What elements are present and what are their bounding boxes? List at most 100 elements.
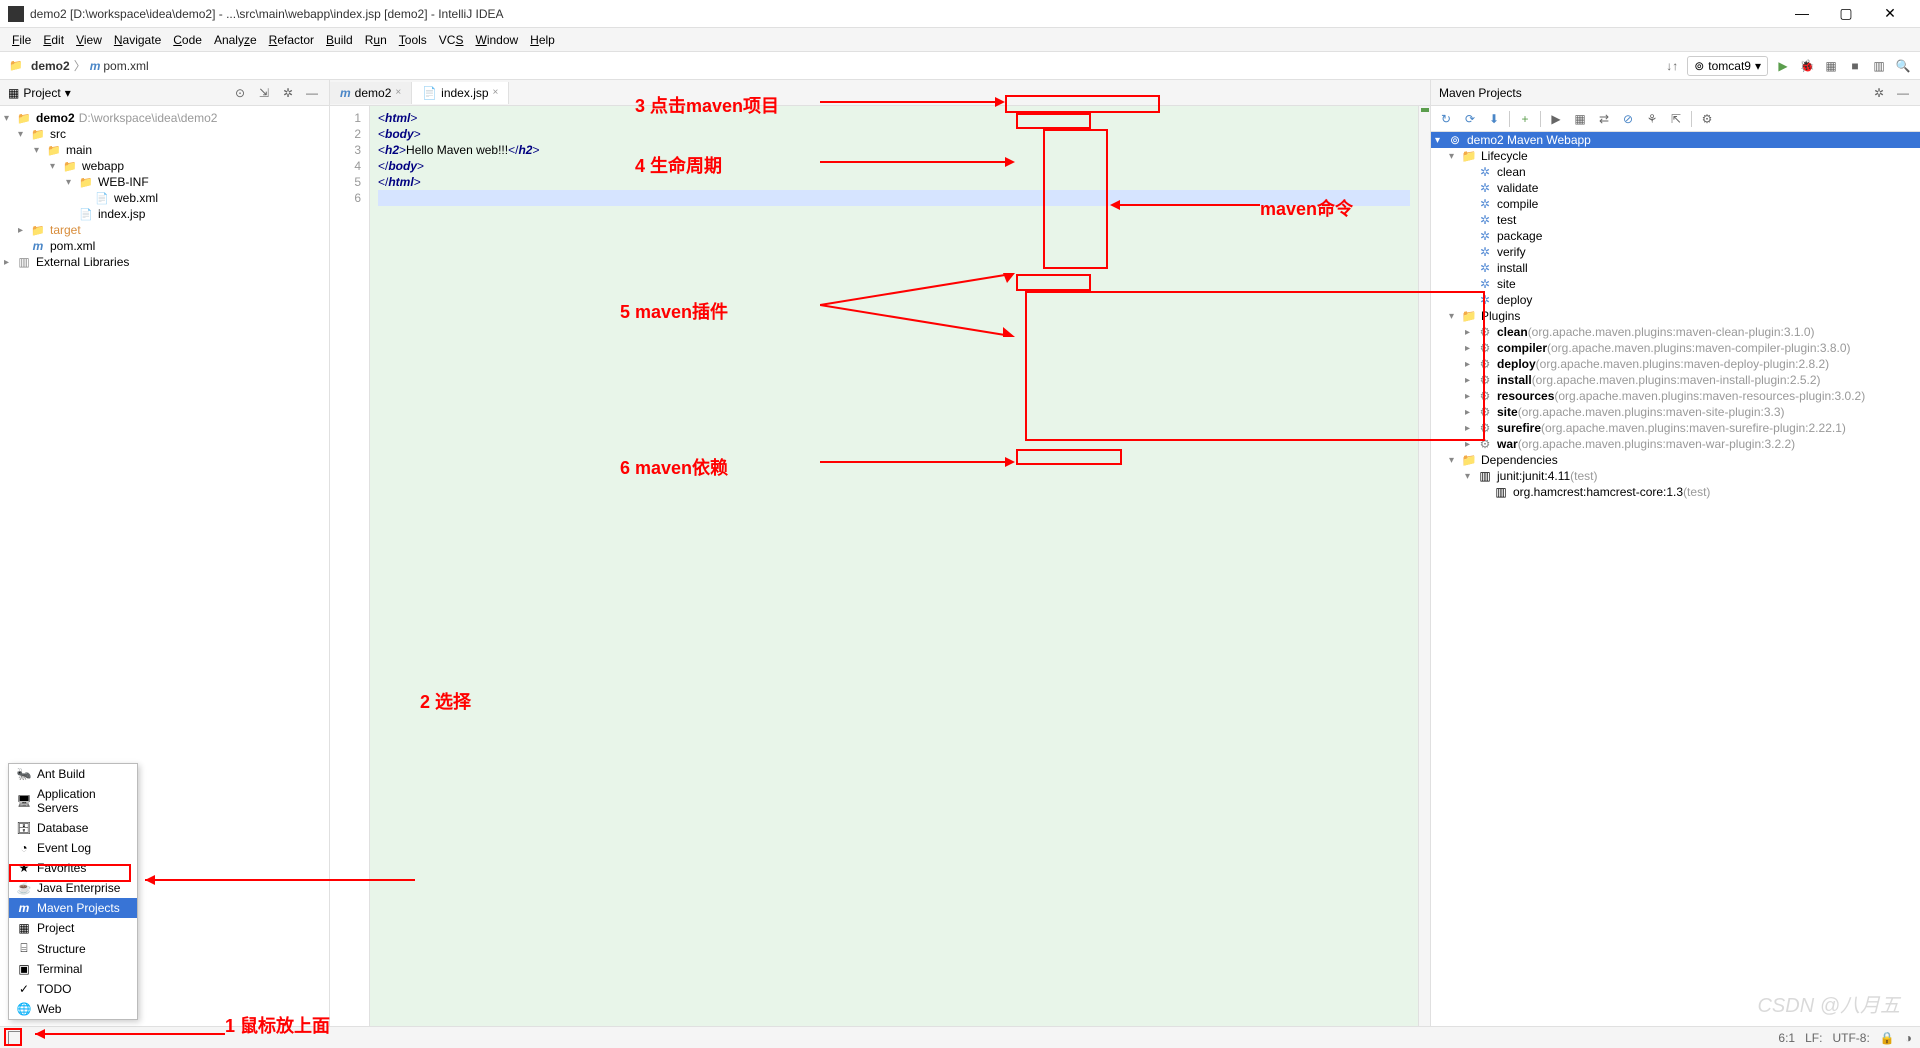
- generate-icon[interactable]: ⟳: [1461, 110, 1479, 128]
- lifecycle-deploy[interactable]: ✲deploy: [1431, 292, 1920, 308]
- toggle-icon[interactable]: ⇄: [1595, 110, 1613, 128]
- popup-item-project[interactable]: ▦Project: [9, 918, 137, 938]
- close-button[interactable]: ✕: [1876, 5, 1904, 22]
- refresh-icon[interactable]: ↻: [1437, 110, 1455, 128]
- sort-icon[interactable]: ↓↑: [1663, 57, 1681, 75]
- lifecycle-clean[interactable]: ✲clean: [1431, 164, 1920, 180]
- tree-external-libs[interactable]: ▸External Libraries: [0, 254, 329, 270]
- close-icon[interactable]: ×: [493, 87, 499, 98]
- hide-icon[interactable]: —: [303, 84, 321, 102]
- plugin-compiler[interactable]: ▸⚙compiler (org.apache.maven.plugins:mav…: [1431, 340, 1920, 356]
- plugin-war[interactable]: ▸⚙war (org.apache.maven.plugins:maven-wa…: [1431, 436, 1920, 452]
- maven-dep-junit[interactable]: ▾▥junit:junit:4.11 (test): [1431, 468, 1920, 484]
- popup-item-database[interactable]: 🗄Database: [9, 818, 137, 838]
- menu-vcs[interactable]: VCS: [433, 31, 470, 49]
- menu-window[interactable]: Window: [469, 31, 524, 49]
- project-panel-title[interactable]: Project: [23, 86, 60, 100]
- menu-build[interactable]: Build: [320, 31, 359, 49]
- skip-tests-icon[interactable]: ⊘: [1619, 110, 1637, 128]
- download-icon[interactable]: ⬇: [1485, 110, 1503, 128]
- plugin-deploy[interactable]: ▸⚙deploy (org.apache.maven.plugins:maven…: [1431, 356, 1920, 372]
- line-separator[interactable]: LF:: [1805, 1031, 1822, 1045]
- layout-button[interactable]: ▥: [1870, 57, 1888, 75]
- maven-dep-hamcrest[interactable]: ▥org.hamcrest:hamcrest-core:1.3 (test): [1431, 484, 1920, 500]
- lock-icon[interactable]: 🔒: [1880, 1031, 1895, 1045]
- popup-item-todo[interactable]: ✓TODO: [9, 979, 137, 999]
- menu-run[interactable]: Run: [359, 31, 393, 49]
- lifecycle-compile[interactable]: ✲compile: [1431, 196, 1920, 212]
- graph-icon[interactable]: ⚘: [1643, 110, 1661, 128]
- popup-item-ant-build[interactable]: 🐜Ant Build: [9, 764, 137, 784]
- lifecycle-site[interactable]: ✲site: [1431, 276, 1920, 292]
- breadcrumb-root[interactable]: demo2: [8, 59, 70, 73]
- tool-windows-button[interactable]: [8, 1031, 22, 1045]
- coverage-button[interactable]: ▦: [1822, 57, 1840, 75]
- menu-navigate[interactable]: Navigate: [108, 31, 167, 49]
- menu-refactor[interactable]: Refactor: [263, 31, 320, 49]
- maven-lifecycle-node[interactable]: ▾📁Lifecycle: [1431, 148, 1920, 164]
- menu-tools[interactable]: Tools: [393, 31, 433, 49]
- maven-deps-node[interactable]: ▾📁Dependencies: [1431, 452, 1920, 468]
- popup-item-java-enterprise[interactable]: ☕Java Enterprise: [9, 878, 137, 898]
- popup-item-application-servers[interactable]: 🖥Application Servers: [9, 784, 137, 818]
- lifecycle-validate[interactable]: ✲validate: [1431, 180, 1920, 196]
- popup-item-terminal[interactable]: ▣Terminal: [9, 959, 137, 979]
- tree-webinf[interactable]: ▾WEB-INF: [0, 174, 329, 190]
- tree-target[interactable]: ▸target: [0, 222, 329, 238]
- tree-webapp[interactable]: ▾webapp: [0, 158, 329, 174]
- lifecycle-verify[interactable]: ✲verify: [1431, 244, 1920, 260]
- plugin-install[interactable]: ▸⚙install (org.apache.maven.plugins:mave…: [1431, 372, 1920, 388]
- menu-view[interactable]: View: [70, 31, 108, 49]
- collapse-all-icon[interactable]: ⇱: [1667, 110, 1685, 128]
- encoding[interactable]: UTF-8:: [1832, 1031, 1869, 1045]
- menu-help[interactable]: Help: [524, 31, 561, 49]
- expand-icon[interactable]: ⇲: [255, 84, 273, 102]
- settings-icon[interactable]: ✲: [1870, 84, 1888, 102]
- tree-src[interactable]: ▾src: [0, 126, 329, 142]
- collapse-icon[interactable]: ⊙: [231, 84, 249, 102]
- menu-edit[interactable]: Edit: [37, 31, 70, 49]
- run-config-selector[interactable]: ⊚ tomcat9 ▾: [1687, 56, 1768, 76]
- plugin-site[interactable]: ▸⚙site (org.apache.maven.plugins:maven-s…: [1431, 404, 1920, 420]
- search-button[interactable]: 🔍: [1894, 57, 1912, 75]
- menu-analyze[interactable]: Analyze: [208, 31, 263, 49]
- menu-code[interactable]: Code: [167, 31, 208, 49]
- menu-file[interactable]: File: [6, 31, 37, 49]
- lifecycle-package[interactable]: ✲package: [1431, 228, 1920, 244]
- close-icon[interactable]: ×: [395, 87, 401, 98]
- tree-root[interactable]: ▾ demo2 D:\workspace\idea\demo2: [0, 110, 329, 126]
- popup-item-maven-projects[interactable]: mMaven Projects: [9, 898, 137, 918]
- maven-project-node[interactable]: ▾⊚ demo2 Maven Webapp: [1431, 132, 1920, 148]
- settings-icon[interactable]: ✲: [279, 84, 297, 102]
- run-button[interactable]: ▶: [1774, 57, 1792, 75]
- debug-button[interactable]: 🐞: [1798, 57, 1816, 75]
- add-icon[interactable]: +: [1516, 110, 1534, 128]
- run-icon[interactable]: ▶: [1547, 110, 1565, 128]
- lifecycle-install[interactable]: ✲install: [1431, 260, 1920, 276]
- hide-icon[interactable]: —: [1894, 84, 1912, 102]
- chevron-down-icon[interactable]: ▾: [65, 86, 71, 100]
- editor-body[interactable]: 1 2 3 4 5 6 <html> <body> <h2>Hello Mave…: [330, 106, 1430, 1026]
- maven-plugins-node[interactable]: ▾📁Plugins: [1431, 308, 1920, 324]
- editor-tab-demo2[interactable]: mdemo2×: [330, 82, 412, 104]
- popup-item-structure[interactable]: ⌸Structure: [9, 938, 137, 959]
- tree-webxml[interactable]: web.xml: [0, 190, 329, 206]
- popup-item-event-log[interactable]: ◔Event Log: [9, 838, 137, 858]
- popup-item-web[interactable]: 🌐Web: [9, 999, 137, 1019]
- minimize-button[interactable]: —: [1788, 5, 1816, 22]
- code-content[interactable]: <html> <body> <h2>Hello Maven web!!!</h2…: [370, 106, 1418, 1026]
- settings-icon[interactable]: ⚙: [1698, 110, 1716, 128]
- stop-button[interactable]: ■: [1846, 57, 1864, 75]
- breadcrumb-file[interactable]: m pom.xml: [90, 59, 149, 73]
- tree-indexjsp[interactable]: index.jsp: [0, 206, 329, 222]
- execute-icon[interactable]: ▦: [1571, 110, 1589, 128]
- inspect-icon[interactable]: ◑: [1905, 1031, 1912, 1045]
- editor-tab-indexjsp[interactable]: 📄index.jsp×: [412, 82, 509, 104]
- plugin-resources[interactable]: ▸⚙resources (org.apache.maven.plugins:ma…: [1431, 388, 1920, 404]
- plugin-clean[interactable]: ▸⚙clean (org.apache.maven.plugins:maven-…: [1431, 324, 1920, 340]
- tree-pomxml[interactable]: mpom.xml: [0, 238, 329, 254]
- lifecycle-test[interactable]: ✲test: [1431, 212, 1920, 228]
- plugin-surefire[interactable]: ▸⚙surefire (org.apache.maven.plugins:mav…: [1431, 420, 1920, 436]
- popup-item-favorites[interactable]: ★Favorites: [9, 858, 137, 878]
- tree-main[interactable]: ▾main: [0, 142, 329, 158]
